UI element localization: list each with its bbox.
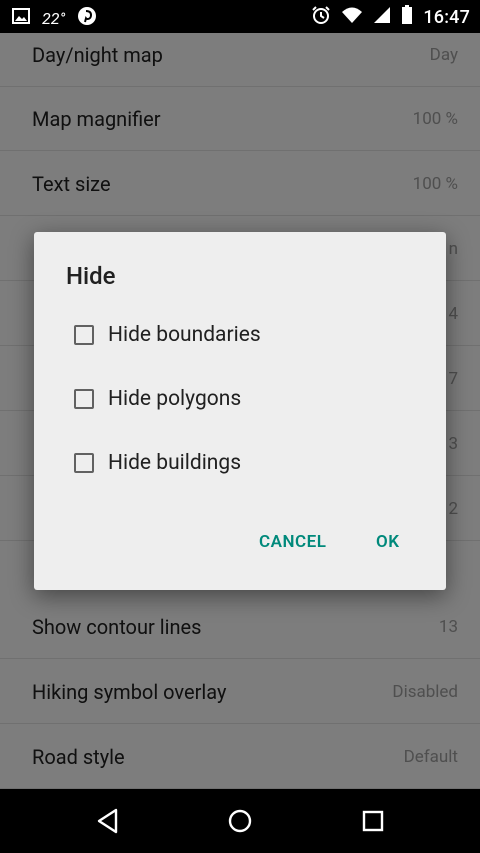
checkbox[interactable] bbox=[74, 325, 94, 345]
option-hide-boundaries[interactable]: Hide boundaries bbox=[74, 315, 261, 355]
back-icon[interactable] bbox=[94, 807, 122, 835]
wifi-icon bbox=[341, 6, 363, 28]
dialog-title: Hide bbox=[66, 262, 116, 290]
option-label: Hide buildings bbox=[108, 451, 242, 475]
option-label: Hide boundaries bbox=[108, 323, 261, 347]
pinterest-icon bbox=[77, 6, 97, 30]
option-hide-polygons[interactable]: Hide polygons bbox=[74, 379, 241, 419]
alarm-icon bbox=[311, 5, 331, 29]
recents-icon[interactable] bbox=[359, 807, 387, 835]
temperature-text: 22° bbox=[42, 8, 66, 28]
checkbox[interactable] bbox=[74, 453, 94, 473]
ok-button[interactable]: OK bbox=[376, 532, 400, 552]
hide-dialog: Hide Hide boundaries Hide polygons Hide … bbox=[34, 232, 446, 590]
clock: 16:47 bbox=[423, 6, 470, 28]
option-hide-buildings[interactable]: Hide buildings bbox=[74, 443, 241, 483]
navigation-bar bbox=[0, 789, 480, 853]
status-bar: 22° 16:47 bbox=[0, 0, 480, 33]
cancel-button[interactable]: CANCEL bbox=[259, 532, 326, 552]
cell-signal-icon bbox=[373, 6, 391, 28]
battery-icon bbox=[401, 5, 413, 29]
home-icon[interactable] bbox=[226, 807, 254, 835]
image-icon bbox=[12, 7, 30, 29]
checkbox[interactable] bbox=[74, 389, 94, 409]
option-label: Hide polygons bbox=[108, 387, 242, 411]
